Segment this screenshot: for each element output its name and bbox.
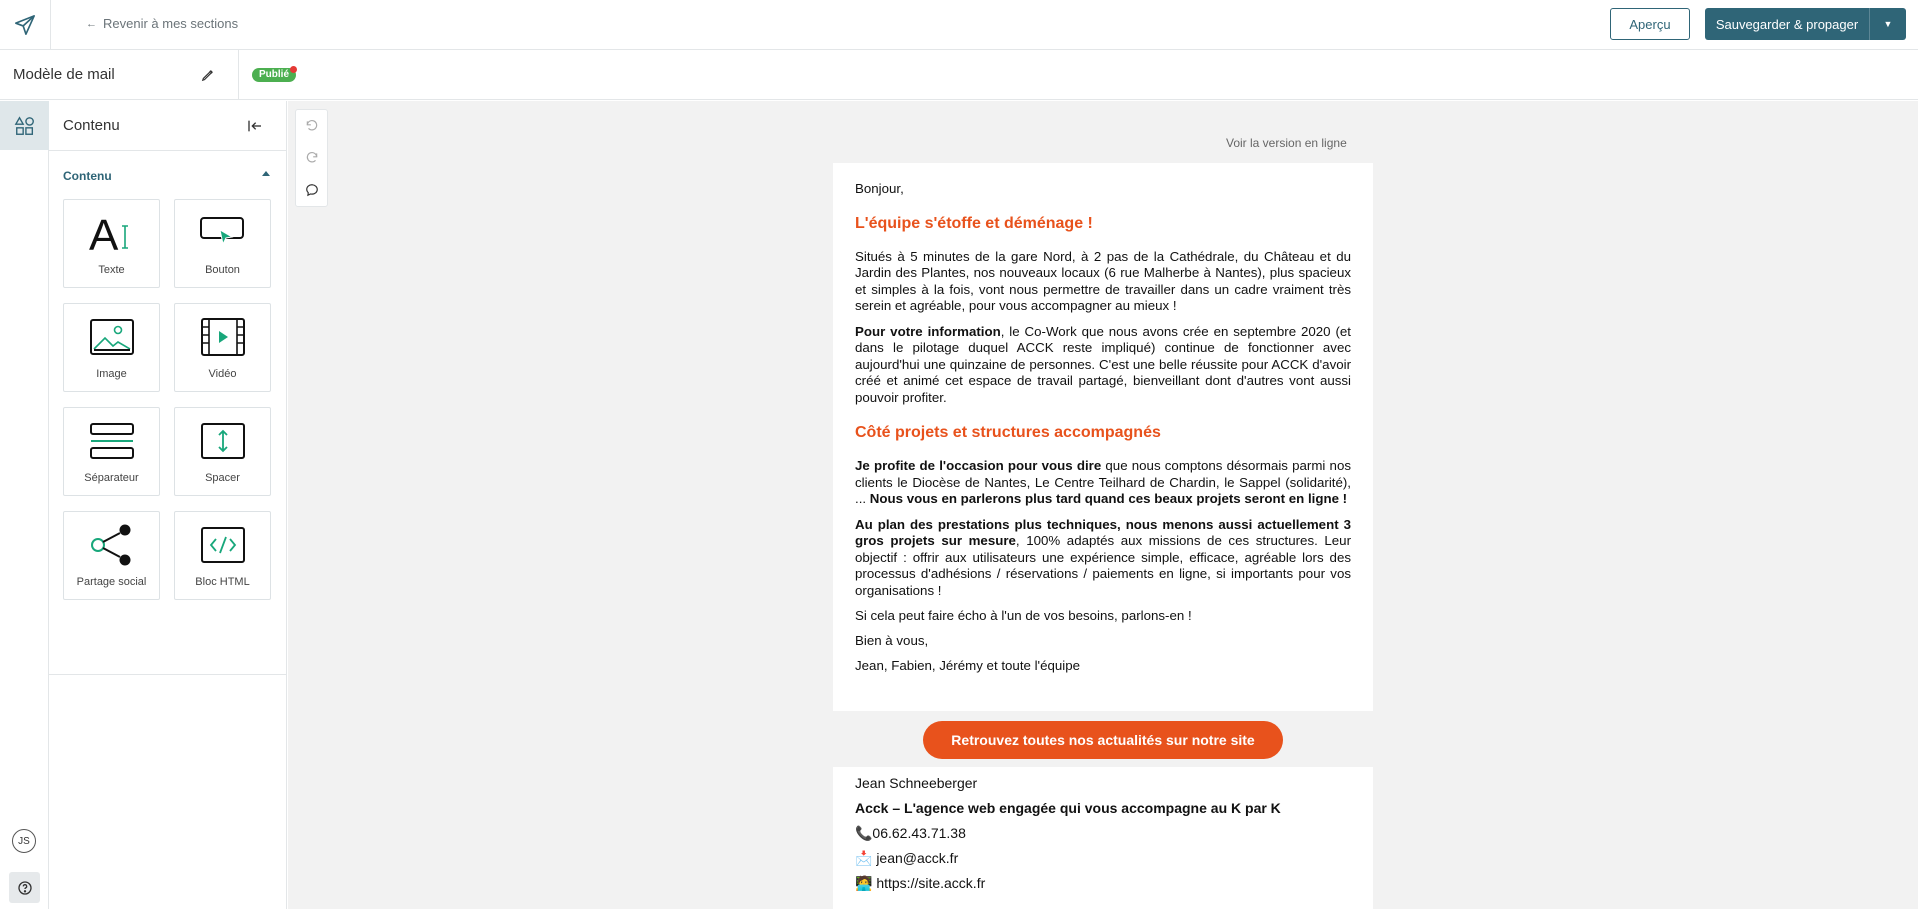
- signature-site: 🧑‍💻 https://site.acck.fr: [855, 875, 986, 891]
- signature-phone: 📞06.62.43.71.38: [855, 825, 966, 841]
- video-icon: [175, 314, 270, 360]
- top-bar: ← Revenir à mes sections Aperçu Sauvegar…: [0, 0, 1918, 50]
- tile-label: Image: [96, 368, 127, 380]
- back-link-label: Revenir à mes sections: [103, 16, 239, 31]
- block-separator[interactable]: Séparateur: [63, 407, 160, 496]
- tile-label: Vidéo: [208, 368, 237, 380]
- comment-icon: [305, 184, 318, 197]
- tile-label: Séparateur: [84, 472, 139, 484]
- blocks-grid: A Texte Bouton Image Vidéo Séparateur Sp…: [49, 199, 286, 675]
- signature-email: 📩 jean@acck.fr: [855, 850, 959, 866]
- image-icon: [64, 314, 159, 360]
- paragraph-clients: Je profite de l'occasion pour vous dire …: [855, 458, 1351, 508]
- greeting: Bonjour,: [855, 181, 904, 196]
- signature-company: Acck – L'agence web engagée qui vous acc…: [855, 800, 1281, 816]
- block-spacer[interactable]: Spacer: [174, 407, 271, 496]
- caret-down-icon: ▼: [1883, 19, 1893, 29]
- save-and-propagate-button[interactable]: Sauvegarder & propager: [1705, 8, 1869, 40]
- tile-label: Bloc HTML: [195, 576, 250, 588]
- app-logo[interactable]: [0, 0, 51, 49]
- separator-icon: [64, 418, 159, 464]
- arrow-left-icon: ←: [86, 17, 97, 30]
- section-toggle[interactable]: Contenu: [49, 151, 286, 199]
- shapes-icon: [14, 115, 34, 135]
- paragraph-team-sign: Jean, Fabien, Jérémy et toute l'équipe: [855, 658, 1081, 673]
- pencil-icon[interactable]: [198, 65, 218, 85]
- cowork-bold: Pour votre information: [855, 323, 1001, 339]
- editor-toolbar: [295, 109, 328, 207]
- clients-bold-1: Je profite de l'occasion pour vous dire: [855, 458, 1102, 473]
- block-button[interactable]: Bouton: [174, 199, 271, 288]
- model-name: Modèle de mail: [13, 66, 115, 83]
- left-rail: JS: [0, 101, 49, 909]
- heading-projects: Côté projets et structures accompagnés: [855, 424, 1161, 441]
- rail-item-content[interactable]: [0, 101, 49, 150]
- undo-icon: [306, 119, 317, 131]
- comment-button[interactable]: [296, 174, 327, 206]
- block-image[interactable]: Image: [63, 303, 160, 392]
- paragraph-echo: Si cela peut faire écho à l'un de vos be…: [855, 608, 1192, 623]
- paragraph-regards: Bien à vous,: [855, 632, 929, 648]
- block-html[interactable]: Bloc HTML: [174, 511, 271, 600]
- svg-text:A: A: [89, 212, 119, 254]
- html-block-icon: [175, 522, 270, 568]
- user-avatar[interactable]: JS: [12, 829, 36, 853]
- divider: [238, 50, 239, 100]
- caret-up-icon: [262, 171, 270, 176]
- preview-button[interactable]: Aperçu: [1610, 8, 1690, 40]
- clients-bold-2: Nous vous en parlerons plus tard quand c…: [869, 491, 1348, 506]
- email-canvas: Voir la version en ligne Bonjour, L'équi…: [288, 101, 1918, 909]
- panel-header: Contenu: [49, 101, 286, 151]
- question-icon: [17, 880, 32, 895]
- tile-label: Spacer: [205, 472, 240, 484]
- tile-label: Partage social: [76, 576, 147, 588]
- signature-block[interactable]: Jean Schneeberger Acck – L'agence web en…: [833, 767, 1373, 909]
- panel-title: Contenu: [63, 117, 120, 134]
- email-body-block[interactable]: Bonjour, L'équipe s'étoffe et déménage !…: [833, 163, 1373, 711]
- section-title: Contenu: [63, 169, 112, 183]
- notification-dot: [290, 66, 297, 73]
- text-icon: A: [64, 210, 159, 256]
- block-social-share[interactable]: Partage social: [63, 511, 160, 600]
- tile-label: Texte: [98, 264, 125, 276]
- signature-name: Jean Schneeberger: [855, 775, 978, 791]
- help-button[interactable]: [9, 872, 40, 903]
- view-online-link[interactable]: Voir la version en ligne: [1226, 136, 1347, 150]
- save-options-dropdown[interactable]: ▼: [1869, 8, 1906, 40]
- spacer-icon: [175, 418, 270, 464]
- undo-button[interactable]: [296, 110, 327, 142]
- block-text[interactable]: A Texte: [63, 199, 160, 288]
- paragraph-move: Situés à 5 minutes de la gare Nord, à 2 …: [855, 248, 1351, 314]
- social-share-icon: [64, 522, 159, 568]
- paper-plane-icon: [15, 14, 35, 35]
- heading-team: L'équipe s'étoffe et déménage !: [855, 214, 1093, 232]
- paragraph-technical: Au plan des prestations plus techniques,…: [855, 517, 1351, 600]
- back-to-sections-link[interactable]: ← Revenir à mes sections: [86, 16, 238, 31]
- redo-icon: [306, 151, 317, 163]
- block-video[interactable]: Vidéo: [174, 303, 271, 392]
- collapse-panel-icon[interactable]: [245, 116, 265, 136]
- redo-button[interactable]: [296, 142, 327, 174]
- tile-label: Bouton: [205, 264, 240, 276]
- button-icon: [175, 210, 270, 256]
- content-panel: Contenu Contenu A Texte Bouton Image Vid…: [49, 101, 287, 909]
- paragraph-cowork: Pour votre information, le Co-Work que n…: [855, 324, 1351, 407]
- cta-button[interactable]: Retrouvez toutes nos actualités sur notr…: [923, 721, 1283, 759]
- model-bar: Modèle de mail Publié: [0, 50, 1918, 100]
